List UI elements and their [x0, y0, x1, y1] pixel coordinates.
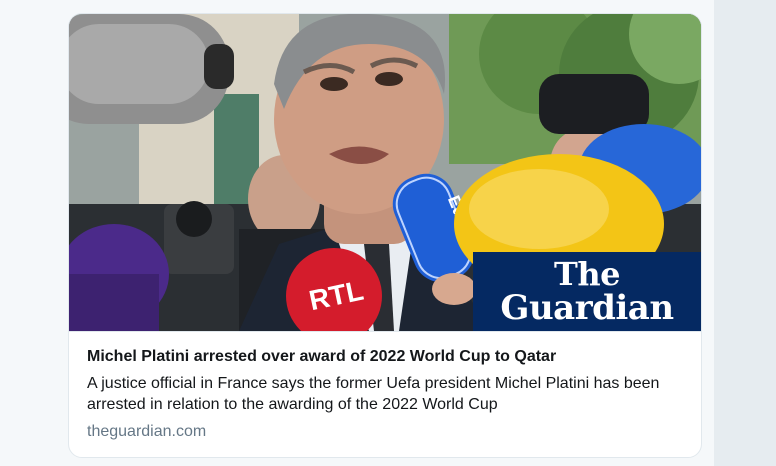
card-text[interactable]: Michel Platini arrested over award of 20…	[69, 331, 701, 457]
logo-line-the: The	[554, 255, 620, 293]
card-domain[interactable]: theguardian.com	[87, 421, 683, 442]
guardian-logo: The Guardian	[473, 252, 701, 331]
card-image[interactable]: RTL Europe 1 The Guardian	[69, 14, 701, 331]
logo-line-guardian: Guardian	[500, 288, 674, 328]
card-title[interactable]: Michel Platini arrested over award of 20…	[87, 346, 683, 367]
right-sidebar	[714, 0, 776, 466]
link-preview-card[interactable]: RTL Europe 1 The Guardian Michel Platini…	[68, 13, 702, 458]
card-description: A justice official in France says the fo…	[87, 375, 660, 413]
